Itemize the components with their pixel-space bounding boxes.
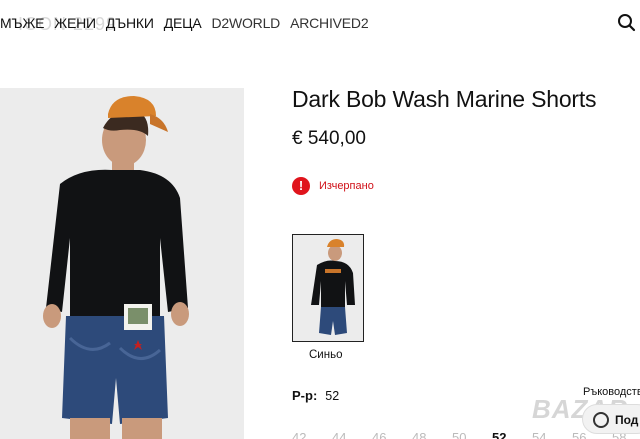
product-title: Dark Bob Wash Marine Shorts: [292, 86, 597, 112]
model-photo: [0, 88, 244, 439]
nav-item-men[interactable]: МЪЖЕ: [0, 15, 44, 31]
size-label: Р-р:: [292, 388, 318, 403]
size-option[interactable]: 48: [412, 430, 452, 439]
product-image[interactable]: [0, 88, 244, 439]
swatch-image: [293, 235, 363, 341]
nav-item-kids[interactable]: ДЕЦА: [164, 15, 202, 31]
alert-icon: !: [292, 177, 310, 195]
nav-item-archived2[interactable]: ARCHIVED2: [290, 15, 369, 31]
badge-pill-text: Под: [615, 413, 639, 427]
color-swatch[interactable]: [292, 234, 364, 342]
size-option[interactable]: 46: [372, 430, 412, 439]
size-option[interactable]: 44: [332, 430, 372, 439]
nav-item-women[interactable]: ЖЕНИ: [54, 15, 96, 31]
stock-status: ! Изчерпано: [292, 177, 374, 195]
top-navigation: ICON 2299 МЪЖЕ ЖЕНИ ДЪНКИ ДЕЦА D2WORLD A…: [0, 0, 640, 46]
product-price: € 540,00: [292, 128, 366, 149]
size-row: Р-р: 52: [292, 388, 339, 403]
nav-links: МЪЖЕ ЖЕНИ ДЪНКИ ДЕЦА D2WORLD ARCHIVED2: [0, 15, 378, 31]
color-label: Синьо: [309, 349, 343, 361]
nav-item-d2world[interactable]: D2WORLD: [211, 15, 280, 31]
circle-icon: [593, 412, 609, 428]
badge-pill[interactable]: Под: [582, 404, 640, 434]
stock-status-text: Изчерпано: [319, 180, 374, 192]
nav-item-jeans[interactable]: ДЪНКИ: [106, 15, 154, 31]
size-value: 52: [325, 389, 340, 403]
size-option-selected[interactable]: 52: [492, 430, 532, 439]
size-option[interactable]: 50: [452, 430, 492, 439]
search-button[interactable]: [617, 12, 637, 34]
size-option[interactable]: 42: [292, 430, 332, 439]
search-icon: [618, 14, 636, 32]
marketplace-badge[interactable]: BAZAR Под: [532, 392, 640, 439]
